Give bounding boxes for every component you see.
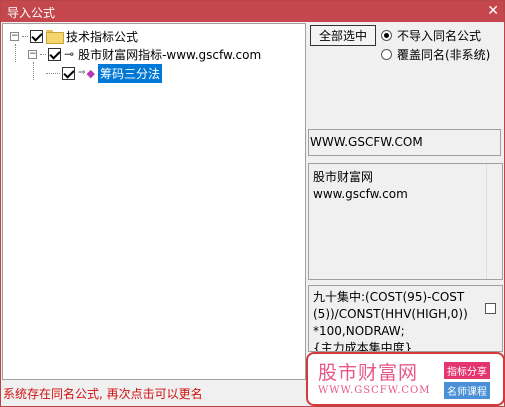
description-line: 股市财富网 — [313, 170, 374, 184]
leaf-label: 筹码三分法 — [98, 63, 163, 83]
radio-skip-label: 不导入同名公式 — [397, 29, 482, 43]
tree-connector — [46, 72, 60, 74]
tree-connector — [40, 53, 46, 55]
tree-connector — [15, 44, 16, 62]
formula-line: *100,NODRAW; — [313, 324, 405, 338]
formula-gem-icon: ◆ — [86, 66, 96, 80]
leaf-checkbox[interactable] — [62, 66, 75, 80]
collapse-icon[interactable]: − — [28, 49, 37, 59]
formula-code-text: 九十集中:(COST(95)-COST (5))/CONST(HHV(HIGH,… — [313, 289, 483, 352]
radio-skip-indicator[interactable] — [381, 30, 392, 41]
url-field[interactable]: WWW.GSCFW.COM — [308, 129, 501, 156]
site-watermark-logo: 股市财富网 WWW.GSCFW.COM 指标分享 名师课程 — [306, 352, 505, 406]
select-all-button[interactable]: 全部选中 — [310, 25, 376, 46]
watermark-site-name: 股市财富网 — [318, 362, 419, 384]
title-bar: 导入公式 ✕ — [1, 1, 504, 22]
url-value: WWW.GSCFW.COM — [310, 135, 423, 149]
radio-skip-duplicates[interactable]: 不导入同名公式 — [381, 27, 481, 44]
watermark-site-url: WWW.GSCFW.COM — [318, 385, 431, 396]
formula-line: (5))/CONST(HHV(HIGH,0)) — [313, 307, 468, 321]
description-text: 股市财富网 www.gscfw.com — [313, 169, 408, 203]
radio-overwrite-duplicates[interactable]: 覆盖同名(非系统) — [381, 46, 490, 63]
formula-line: 九十集中:(COST(95)-COST — [313, 290, 465, 304]
radio-overwrite-label: 覆盖同名(非系统) — [397, 48, 491, 62]
child-label: 股市财富网指标-www.gscfw.com — [78, 47, 262, 62]
formula-checkbox[interactable] — [485, 303, 496, 314]
watermark-tag-share: 指标分享 — [444, 362, 490, 379]
root-checkbox[interactable] — [30, 29, 43, 43]
collapse-icon[interactable]: − — [10, 31, 19, 41]
tree-connector — [33, 62, 34, 80]
window-title: 导入公式 — [7, 6, 56, 20]
tree-node-child[interactable]: − ⊸ 股市财富网指标-www.gscfw.com — [28, 45, 261, 63]
arrow-icon: ⇒ — [78, 68, 86, 78]
import-formula-dialog: 导入公式 ✕ − 技术指标公式 − ⊸ 股市财富网指标-www.gscfw.co… — [0, 0, 505, 407]
folder-icon — [46, 30, 64, 44]
child-checkbox[interactable] — [48, 47, 61, 61]
description-line: www.gscfw.com — [313, 187, 408, 201]
tree-connector — [22, 35, 28, 37]
status-message: 系统存在同名公式, 再次点击可以更名 — [3, 387, 203, 401]
description-scrollbar[interactable] — [486, 164, 502, 279]
description-box[interactable]: 股市财富网 www.gscfw.com — [308, 163, 503, 280]
key-icon: ⊸ — [64, 47, 75, 61]
watermark-tag-course: 名师课程 — [444, 382, 490, 399]
tree-node-root[interactable]: − 技术指标公式 — [10, 27, 138, 45]
formula-tree[interactable]: − 技术指标公式 − ⊸ 股市财富网指标-www.gscfw.com ⇒ ◆ 筹… — [2, 23, 306, 380]
formula-code-box[interactable]: 九十集中:(COST(95)-COST (5))/CONST(HHV(HIGH,… — [308, 285, 503, 352]
tree-node-leaf[interactable]: ⇒ ◆ 筹码三分法 — [46, 63, 163, 83]
formula-line: {主力成本集中度} — [313, 341, 413, 352]
close-icon[interactable]: ✕ — [487, 2, 499, 20]
root-label: 技术指标公式 — [66, 29, 139, 44]
radio-overwrite-indicator[interactable] — [381, 49, 392, 60]
